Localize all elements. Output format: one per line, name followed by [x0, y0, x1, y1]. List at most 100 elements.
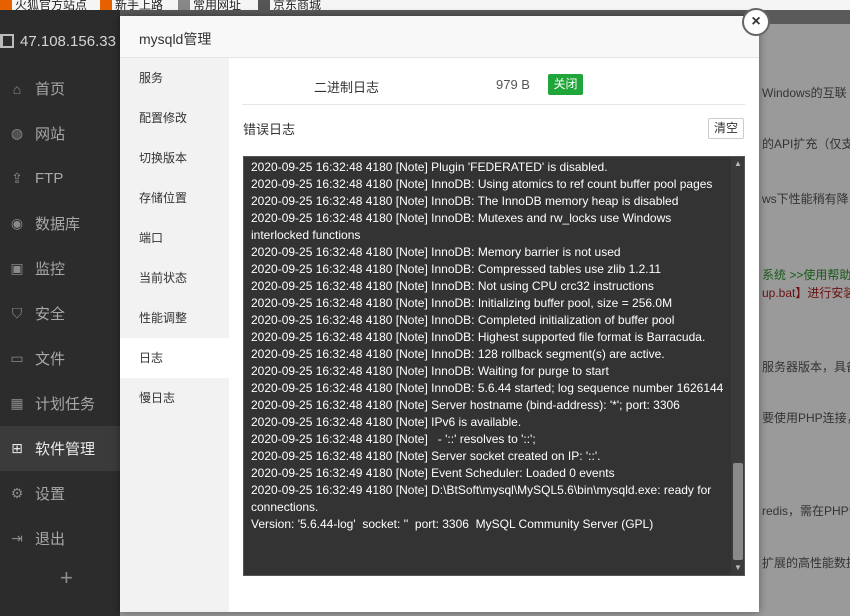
sidebar-item-ftp[interactable]: ⇪ FTP [0, 156, 120, 201]
background-text: Windows的互联 [762, 86, 847, 100]
bookmark-label: 新手上路 [115, 0, 164, 10]
scroll-down-icon[interactable]: ▼ [731, 561, 744, 575]
sidebar-item-label: 退出 [35, 531, 66, 548]
scroll-thumb[interactable] [733, 463, 743, 560]
log-line: Version: '5.6.44-log' socket: '' port: 3… [251, 517, 654, 531]
mysqld-manage-dialog: mysqld管理 × 服务 配置修改 切换版本 存储位置 端口 当前状态 性能调… [120, 8, 770, 612]
menu-item-switch-version[interactable]: 切换版本 [120, 138, 229, 178]
binlog-toggle-button[interactable]: 关闭 [548, 74, 583, 95]
log-line: 2020-09-25 16:32:48 4180 [Note] - '::' r… [251, 432, 536, 446]
background-text: 系统 >>使用帮助 [762, 268, 850, 282]
log-line: 2020-09-25 16:32:48 4180 [Note] Server h… [251, 398, 680, 412]
globe-icon [258, 0, 270, 10]
sidebar-item-label: FTP [35, 170, 64, 187]
sidebar-item-database[interactable]: ◉ 数据库 [0, 201, 120, 246]
log-line: 2020-09-25 16:32:49 4180 [Note] D:\BtSof… [251, 483, 715, 514]
log-line: 2020-09-25 16:32:48 4180 [Note] InnoDB: … [251, 347, 665, 361]
logout-icon: ⇥ [11, 530, 23, 546]
error-log-label: 错误日志 [243, 122, 296, 137]
log-line: 2020-09-25 16:32:48 4180 [Note] InnoDB: … [251, 296, 673, 310]
menu-item-port[interactable]: 端口 [120, 218, 229, 258]
menu-item-service[interactable]: 服务 [120, 58, 229, 98]
globe-icon: ◍ [10, 125, 24, 141]
ftp-icon: ⇪ [11, 170, 23, 186]
folder-icon [178, 0, 190, 10]
log-line: 2020-09-25 16:32:48 4180 [Note] Server s… [251, 449, 601, 463]
server-info: 47.108.156.33 [0, 30, 120, 52]
binlog-row: 二进制日志 979 B 关闭 [229, 58, 759, 98]
menu-item-storage[interactable]: 存储位置 [120, 178, 229, 218]
bookmark-label: 常用网址 [193, 0, 242, 10]
bookmark-getting-started[interactable]: 新手上路 [100, 0, 163, 10]
background-text: redis，需在PHP设 [762, 504, 850, 518]
sidebar-item-label: 计划任务 [35, 396, 96, 413]
error-log-content: 2020-09-25 16:32:48 4180 [Note] Plugin '… [251, 159, 729, 533]
calendar-icon: ▦ [10, 395, 24, 411]
background-text: 的API扩充（仅支 [762, 137, 850, 151]
sidebar-item-logout[interactable]: ⇥ 退出 [0, 516, 120, 561]
clear-log-button[interactable]: 清空 [708, 118, 744, 139]
sidebar-item-files[interactable]: ▭ 文件 [0, 336, 120, 381]
log-scrollbar[interactable]: ▲ ▼ [731, 157, 744, 575]
bookmark-common-sites[interactable]: 常用网址 [178, 0, 241, 10]
menu-item-config[interactable]: 配置修改 [120, 98, 229, 138]
sidebar-item-label: 网站 [35, 126, 66, 143]
close-button[interactable]: × [742, 8, 770, 36]
sidebar-item-label: 设置 [35, 486, 66, 503]
sidebar-item-label: 软件管理 [35, 441, 96, 458]
background-text: up.bat】进行安装 [762, 286, 850, 300]
background-text: ws下性能稍有降 [762, 192, 849, 206]
log-line: 2020-09-25 16:32:48 4180 [Note] InnoDB: … [251, 194, 679, 208]
sidebar-item-label: 安全 [35, 306, 66, 323]
sidebar-item-settings[interactable]: ⚙ 设置 [0, 471, 120, 516]
error-log-textarea[interactable]: 2020-09-25 16:32:48 4180 [Note] Plugin '… [243, 156, 745, 576]
log-line: 2020-09-25 16:32:48 4180 [Note] InnoDB: … [251, 177, 713, 191]
log-line: 2020-09-25 16:32:48 4180 [Note] InnoDB: … [251, 211, 675, 242]
log-line: 2020-09-25 16:32:49 4180 [Note] Event Sc… [251, 466, 615, 480]
sidebar-item-label: 首页 [35, 81, 66, 98]
home-icon: ⌂ [12, 80, 22, 97]
menu-item-performance[interactable]: 性能调整 [120, 298, 229, 338]
dialog-title: mysqld管理 [139, 31, 212, 47]
scroll-up-icon[interactable]: ▲ [731, 157, 744, 171]
sidebar-item-cron[interactable]: ▦ 计划任务 [0, 381, 120, 426]
bookmark-label: 火狐官方站点 [15, 0, 88, 10]
sidebar-item-monitor[interactable]: ▣ 监控 [0, 246, 120, 291]
dialog-menu: 服务 配置修改 切换版本 存储位置 端口 当前状态 性能调整 日志 慢日志 [120, 58, 229, 612]
background-text: 扩展的高性能数据 [762, 556, 850, 570]
shield-icon: ⛉ [11, 305, 23, 321]
add-icon[interactable]: + [60, 565, 73, 591]
dialog-content: 二进制日志 979 B 关闭 错误日志 清空 2020-09-25 16:32:… [229, 58, 759, 612]
bookmarks-bar: 火狐官方站点 新手上路 常用网址 京东商城 [0, 0, 850, 10]
database-icon: ◉ [10, 215, 24, 231]
log-line: 2020-09-25 16:32:48 4180 [Note] InnoDB: … [251, 330, 706, 344]
log-line: 2020-09-25 16:32:48 4180 [Note] InnoDB: … [251, 364, 609, 378]
sidebar-item-home[interactable]: ⌂ 首页 [0, 66, 120, 111]
bookmark-label: 京东商城 [273, 0, 322, 10]
log-line: 2020-09-25 16:32:48 4180 [Note] InnoDB: … [251, 245, 621, 259]
sidebar: 47.108.156.33 ⌂ 首页 ◍ 网站 ⇪ FTP ◉ 数据库 ▣ 监控 ⛉ 安全 … [0, 10, 120, 616]
gear-icon: ⚙ [10, 485, 24, 501]
bookmark-firefox[interactable]: 火狐官方站点 [0, 0, 87, 10]
server-icon [0, 34, 14, 48]
sidebar-item-software[interactable]: ⊞ 软件管理 [0, 426, 120, 471]
bookmark-jd[interactable]: 京东商城 [258, 0, 321, 10]
firefox-icon [0, 0, 12, 10]
sidebar-item-label: 数据库 [35, 216, 81, 233]
binlog-label: 二进制日志 [314, 80, 380, 95]
binlog-size: 979 B [496, 77, 530, 92]
folder-icon: ▭ [10, 350, 24, 366]
firefox-icon [100, 0, 112, 10]
menu-item-slow-log[interactable]: 慢日志 [120, 378, 229, 418]
log-line: 2020-09-25 16:32:48 4180 [Note] InnoDB: … [251, 381, 724, 395]
log-line: 2020-09-25 16:32:48 4180 [Note] InnoDB: … [251, 313, 675, 327]
grid-icon: ⊞ [11, 440, 23, 456]
log-line: 2020-09-25 16:32:48 4180 [Note] IPv6 is … [251, 415, 522, 429]
menu-item-status[interactable]: 当前状态 [120, 258, 229, 298]
menu-item-logs[interactable]: 日志 [120, 338, 229, 378]
dialog-header: mysqld管理 [120, 16, 759, 58]
sidebar-item-website[interactable]: ◍ 网站 [0, 111, 120, 156]
sidebar-item-security[interactable]: ⛉ 安全 [0, 291, 120, 336]
background-text: 要使用PHP连接， [762, 411, 850, 425]
log-line: 2020-09-25 16:32:48 4180 [Note] InnoDB: … [251, 262, 662, 276]
